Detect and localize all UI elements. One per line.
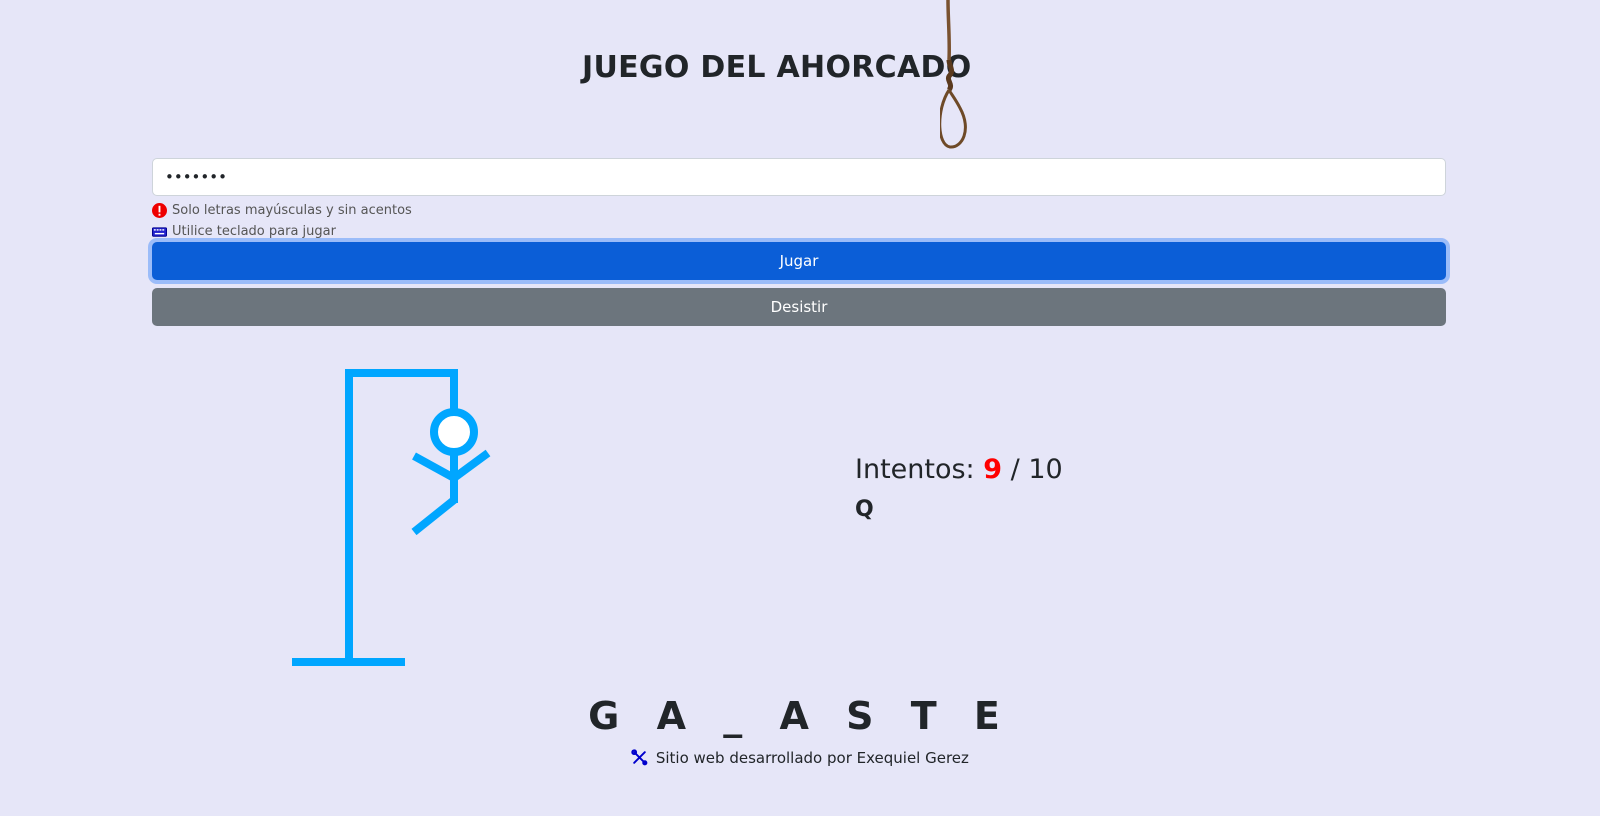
- tools-icon: [631, 749, 648, 770]
- error-icon: [152, 203, 167, 218]
- hangman-leg-left: [411, 496, 457, 536]
- footer-text: Sitio web desarrollado por Exequiel Gere…: [655, 749, 969, 767]
- keyboard-icon: [152, 226, 167, 237]
- play-button[interactable]: Jugar: [152, 242, 1446, 280]
- hangman-drawing: [292, 369, 491, 666]
- attempts-label: Intentos:: [855, 454, 975, 485]
- noose-icon: [940, 0, 967, 149]
- wrong-letters: Q: [855, 497, 874, 522]
- attempts-used: 9: [983, 454, 1003, 485]
- quit-button[interactable]: Desistir: [152, 288, 1446, 326]
- word-display: G A _ A S T E: [588, 694, 1012, 738]
- hint-keyboard: Utilice teclado para jugar: [152, 224, 336, 239]
- hint-keyboard-text: Utilice teclado para jugar: [172, 224, 336, 239]
- hangman-arm-right: [451, 449, 491, 482]
- hint-uppercase-text: Solo letras mayúsculas y sin acentos: [172, 203, 412, 218]
- footer: Sitio web desarrollado por Exequiel Gere…: [0, 749, 1600, 770]
- secret-word-input[interactable]: [152, 158, 1446, 196]
- hangman-head: [430, 408, 478, 456]
- header: JUEGO DEL AHORCADO: [0, 0, 1600, 150]
- hangman-arm-left: [412, 452, 456, 482]
- attempts-counter: Intentos: 9 / 10: [855, 454, 1063, 485]
- hint-uppercase: Solo letras mayúsculas y sin acentos: [152, 203, 412, 218]
- page-title: JUEGO DEL AHORCADO: [582, 50, 972, 85]
- attempts-total: / 10: [1010, 454, 1063, 485]
